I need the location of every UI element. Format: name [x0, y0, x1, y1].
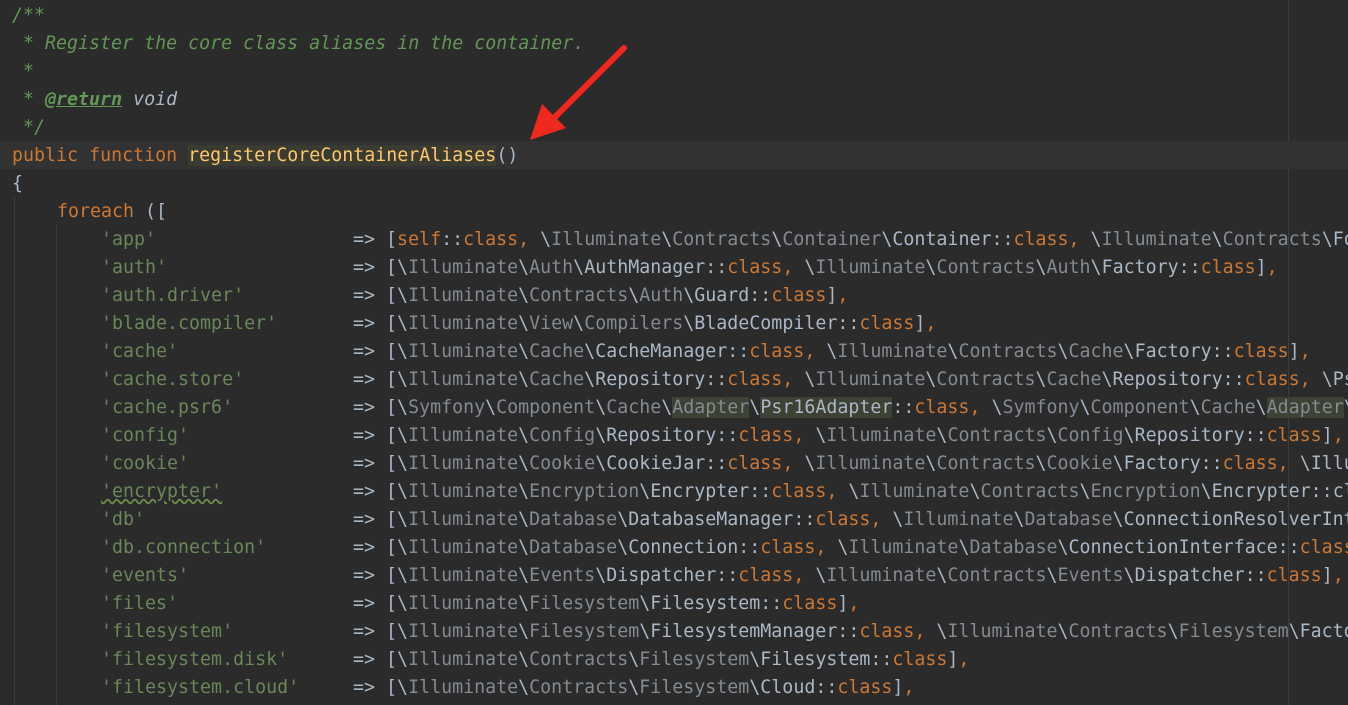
alias-row: 'cache.psr6': [101, 394, 233, 422]
alias-row: 'files': [101, 590, 178, 618]
arrow-operator: =>: [353, 285, 387, 306]
arrow-operator: =>: [353, 677, 387, 698]
arrow-operator: =>: [353, 229, 387, 250]
code-editor[interactable]: /** * Register the core class aliases in…: [0, 0, 1348, 705]
alias-row: 'auth': [101, 254, 167, 282]
alias-row: 'events': [101, 562, 189, 590]
doc-comment-return: * @return void: [12, 89, 178, 110]
alias-value: => [\Illuminate\Contracts\Auth\Guard::cl…: [353, 285, 849, 306]
alias-value: => [\Illuminate\Cache\Repository::class,…: [353, 369, 1348, 390]
arrow-operator: =>: [353, 649, 387, 670]
alias-value: => [\Symfony\Component\Cache\Adapter\Psr…: [353, 397, 1348, 418]
function-signature: public function registerCoreContainerAli…: [12, 145, 519, 166]
alias-row: 'encrypter': [101, 478, 222, 506]
alias-value: => [\Illuminate\Database\DatabaseManager…: [353, 509, 1348, 530]
alias-value: => [\Illuminate\Filesystem\Filesystem::c…: [353, 593, 860, 614]
alias-key: 'cookie': [101, 453, 190, 474]
alias-key: 'auth': [101, 257, 168, 278]
arrow-operator: =>: [353, 593, 387, 614]
alias-key: 'encrypter': [101, 481, 223, 502]
red-arrow-annotation: [530, 45, 627, 140]
alias-key: 'events': [101, 565, 190, 586]
alias-value: => [\Illuminate\Filesystem\FilesystemMan…: [353, 621, 1348, 642]
alias-key: 'app': [101, 229, 157, 250]
doc-comment-description: * Register the core class aliases in the…: [12, 33, 585, 54]
alias-row: 'config': [101, 422, 189, 450]
alias-key: 'filesystem': [101, 621, 234, 642]
alias-key: 'cache.psr6': [101, 397, 234, 418]
alias-row: 'cookie': [101, 450, 189, 478]
alias-key: 'blade.compiler': [101, 313, 278, 334]
alias-value: => [\Illuminate\Auth\AuthManager::class,…: [353, 257, 1278, 278]
alias-row: 'blade.compiler': [101, 310, 277, 338]
arrow-operator: =>: [353, 257, 387, 278]
arrow-operator: =>: [353, 621, 387, 642]
function-name[interactable]: registerCoreContainerAliases: [188, 145, 497, 166]
alias-row: 'filesystem.disk': [101, 646, 288, 674]
alias-value: => [\Illuminate\Cookie\CookieJar::class,…: [353, 453, 1348, 474]
indent-guide: [14, 196, 15, 705]
arrow-operator: =>: [353, 453, 387, 474]
arrow-operator: =>: [353, 313, 387, 334]
alias-row: 'cache.store': [101, 366, 244, 394]
alias-key: 'cache': [101, 341, 179, 362]
alias-key: 'config': [101, 425, 190, 446]
alias-key: 'cache.store': [101, 369, 245, 390]
open-brace: {: [12, 173, 24, 194]
alias-key: 'files': [101, 593, 179, 614]
alias-key: 'auth.driver': [101, 285, 245, 306]
alias-row: 'filesystem': [101, 618, 233, 646]
alias-value: => [self::class, \Illuminate\Contracts\C…: [353, 229, 1348, 250]
alias-value: => [\Illuminate\View\Compilers\BladeComp…: [353, 313, 937, 334]
alias-key: 'filesystem.disk': [101, 649, 289, 670]
alias-value: => [\Illuminate\Cache\CacheManager::clas…: [353, 341, 1311, 362]
arrow-operator: =>: [353, 565, 387, 586]
alias-value: => [\Illuminate\Encryption\Encrypter::cl…: [353, 481, 1348, 502]
alias-value: => [\Illuminate\Config\Repository::class…: [353, 425, 1344, 446]
alias-value: => [\Illuminate\Events\Dispatcher::class…: [353, 565, 1344, 586]
doc-comment-open: /**: [12, 5, 46, 26]
alias-row: 'db.connection': [101, 534, 266, 562]
alias-value: => [\Illuminate\Contracts\Filesystem\Fil…: [353, 649, 970, 670]
alias-row: 'auth.driver': [101, 282, 244, 310]
alias-key: 'db.connection': [101, 537, 267, 558]
return-tag: @return: [45, 89, 123, 110]
arrow-operator: =>: [353, 509, 387, 530]
alias-row: 'cache': [101, 338, 178, 366]
alias-value: => [\Illuminate\Contracts\Filesystem\Clo…: [353, 677, 915, 698]
alias-row: 'filesystem.cloud': [101, 674, 299, 702]
arrow-operator: =>: [353, 481, 387, 502]
alias-row: 'db': [101, 506, 145, 534]
arrow-operator: =>: [353, 341, 387, 362]
arrow-operator: =>: [353, 537, 387, 558]
arrow-operator: =>: [353, 425, 387, 446]
doc-comment-close: */: [12, 117, 46, 138]
alias-key: 'filesystem.cloud': [101, 677, 300, 698]
indent-guide: [56, 224, 57, 705]
alias-key: 'db': [101, 509, 146, 530]
alias-row: 'app': [101, 226, 156, 254]
arrow-operator: =>: [353, 397, 387, 418]
alias-value: => [\Illuminate\Database\Connection::cla…: [353, 537, 1348, 558]
doc-comment-blank: *: [12, 61, 35, 82]
foreach-line: foreach ([: [57, 201, 168, 222]
arrow-operator: =>: [353, 369, 387, 390]
